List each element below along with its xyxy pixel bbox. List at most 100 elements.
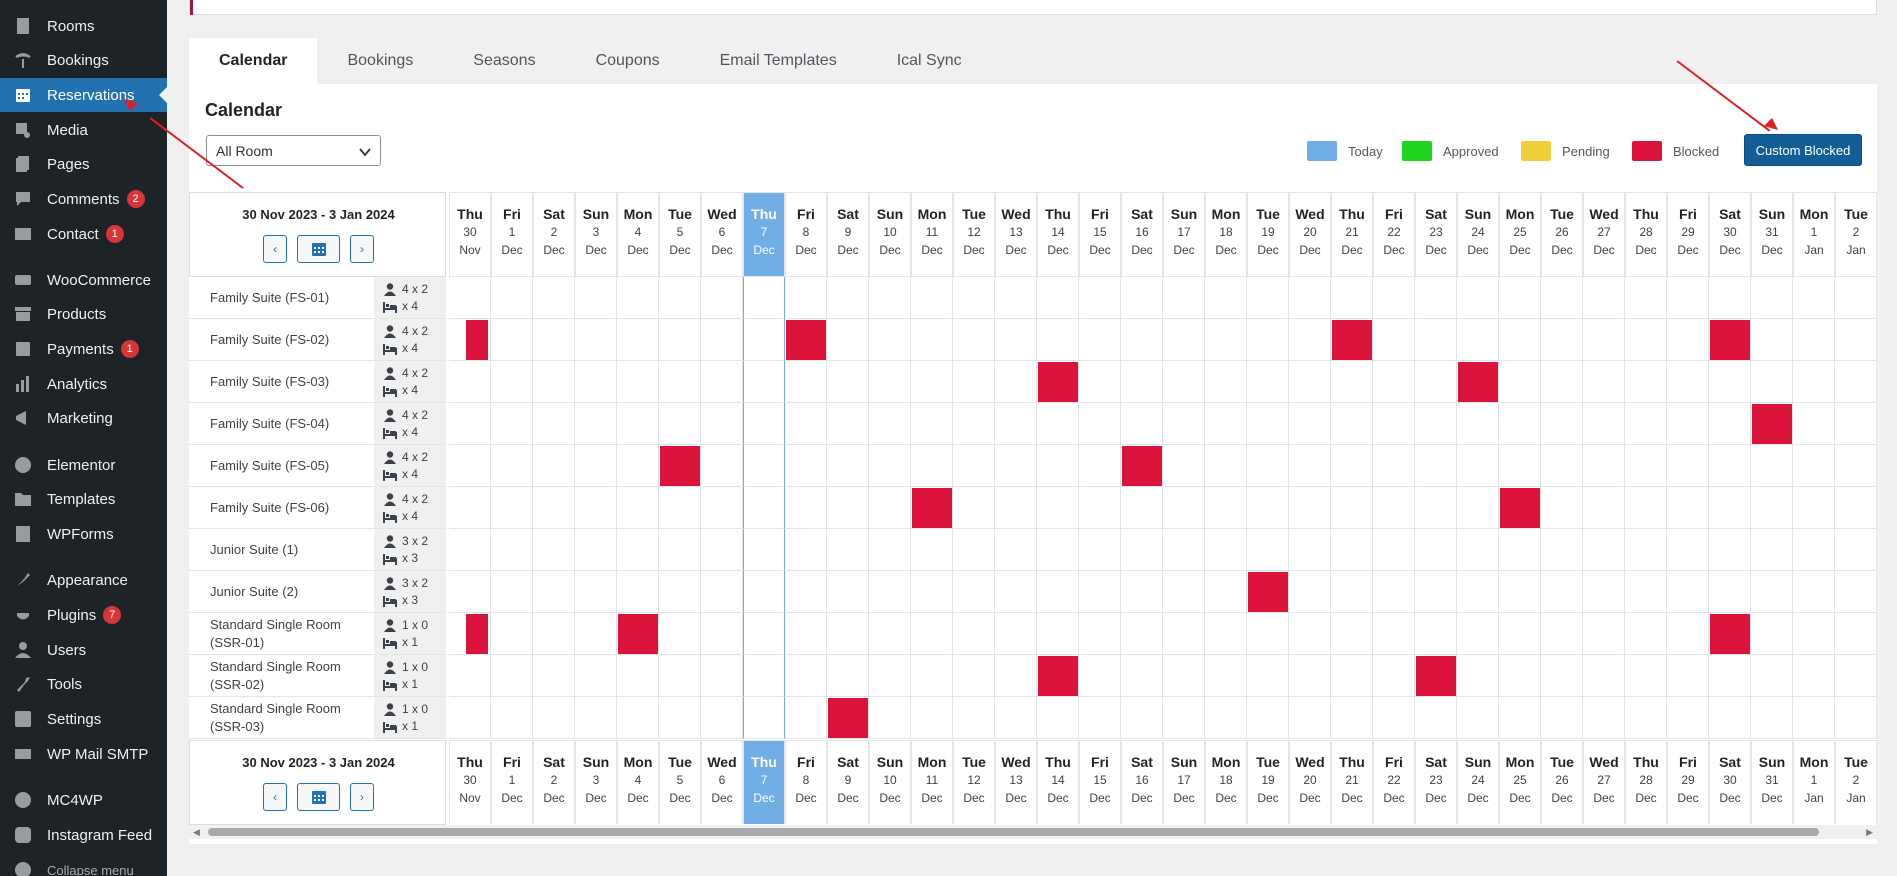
next-button[interactable]: › (350, 235, 374, 263)
blocked-marker[interactable] (618, 614, 658, 654)
day-cell[interactable] (827, 487, 869, 529)
day-cell[interactable] (533, 571, 575, 613)
day-cell[interactable] (1373, 697, 1415, 739)
day-cell[interactable] (1793, 655, 1835, 697)
day-cell[interactable] (701, 403, 743, 445)
day-cell[interactable] (1079, 445, 1121, 487)
day-cell[interactable] (953, 403, 995, 445)
day-cell[interactable] (1499, 445, 1541, 487)
day-cell[interactable] (617, 697, 659, 739)
day-cell[interactable] (701, 487, 743, 529)
day-cell[interactable] (911, 697, 953, 739)
day-cell[interactable] (1415, 655, 1457, 697)
day-cell[interactable] (1331, 697, 1373, 739)
day-cell[interactable] (1541, 529, 1583, 571)
day-cell[interactable] (1457, 571, 1499, 613)
day-cell[interactable] (1037, 613, 1079, 655)
day-cell[interactable] (743, 361, 785, 403)
day-cell[interactable] (1205, 445, 1247, 487)
day-cell[interactable] (1289, 613, 1331, 655)
day-cell[interactable] (1373, 529, 1415, 571)
day-cell[interactable] (1415, 487, 1457, 529)
next-button[interactable]: › (350, 783, 374, 811)
day-cell[interactable] (1499, 613, 1541, 655)
day-cell[interactable] (1121, 655, 1163, 697)
day-cell[interactable] (1289, 487, 1331, 529)
day-cell[interactable] (1289, 277, 1331, 319)
day-cell[interactable] (491, 445, 533, 487)
day-cell[interactable] (659, 529, 701, 571)
day-cell[interactable] (449, 613, 491, 655)
day-cell[interactable] (1709, 361, 1751, 403)
day-cell[interactable] (743, 487, 785, 529)
prev-button[interactable]: ‹ (263, 783, 287, 811)
blocked-marker[interactable] (466, 614, 488, 654)
day-cell[interactable] (1079, 655, 1121, 697)
day-cell[interactable] (701, 529, 743, 571)
day-cell[interactable] (1457, 697, 1499, 739)
sidebar-item-payments[interactable]: Payments 1 (0, 332, 167, 366)
day-cell[interactable] (491, 529, 533, 571)
day-cell[interactable] (1121, 445, 1163, 487)
day-cell[interactable] (659, 697, 701, 739)
day-cell[interactable] (743, 655, 785, 697)
sidebar-item-instagram-feed[interactable]: Instagram Feed (0, 818, 167, 852)
blocked-marker[interactable] (1500, 488, 1540, 528)
day-cell[interactable] (1121, 697, 1163, 739)
sidebar-item-comments[interactable]: Comments 2 (0, 182, 167, 216)
day-cell[interactable] (659, 571, 701, 613)
day-cell[interactable] (953, 487, 995, 529)
day-cell[interactable] (1289, 361, 1331, 403)
day-cell[interactable] (743, 529, 785, 571)
day-cell[interactable] (1625, 697, 1667, 739)
day-cell[interactable] (1541, 487, 1583, 529)
day-cell[interactable] (827, 403, 869, 445)
day-cell[interactable] (1793, 487, 1835, 529)
day-cell[interactable] (1583, 445, 1625, 487)
day-cell[interactable] (1625, 571, 1667, 613)
day-cell[interactable] (1247, 613, 1289, 655)
day-cell[interactable] (1709, 277, 1751, 319)
scroll-left-icon[interactable]: ◀ (193, 827, 200, 838)
sidebar-item-collapse-menu[interactable]: Collapse menu (0, 853, 167, 876)
day-cell[interactable] (1415, 529, 1457, 571)
day-cell[interactable] (1541, 571, 1583, 613)
tab-coupons[interactable]: Coupons (566, 38, 690, 84)
sidebar-item-tools[interactable]: Tools (0, 667, 167, 701)
day-cell[interactable] (1205, 613, 1247, 655)
day-cell[interactable] (1709, 571, 1751, 613)
day-cell[interactable] (827, 361, 869, 403)
day-cell[interactable] (1751, 529, 1793, 571)
day-cell[interactable] (1121, 277, 1163, 319)
day-cell[interactable] (1205, 487, 1247, 529)
day-cell[interactable] (1373, 571, 1415, 613)
day-cell[interactable] (617, 445, 659, 487)
day-cell[interactable] (1331, 403, 1373, 445)
day-cell[interactable] (1037, 319, 1079, 361)
day-cell[interactable] (1289, 697, 1331, 739)
day-cell[interactable] (491, 319, 533, 361)
day-cell[interactable] (1709, 697, 1751, 739)
day-cell[interactable] (743, 445, 785, 487)
day-cell[interactable] (785, 403, 827, 445)
day-cell[interactable] (911, 529, 953, 571)
sidebar-item-settings[interactable]: Settings (0, 702, 167, 736)
blocked-marker[interactable] (1248, 572, 1288, 612)
day-cell[interactable] (1625, 445, 1667, 487)
day-cell[interactable] (1835, 613, 1877, 655)
scroll-right-icon[interactable]: ▶ (1866, 827, 1873, 838)
day-cell[interactable] (491, 361, 533, 403)
day-cell[interactable] (1709, 487, 1751, 529)
day-cell[interactable] (617, 361, 659, 403)
day-cell[interactable] (1163, 655, 1205, 697)
day-cell[interactable] (1835, 319, 1877, 361)
day-cell[interactable] (533, 529, 575, 571)
day-cell[interactable] (1835, 445, 1877, 487)
day-cell[interactable] (995, 403, 1037, 445)
day-cell[interactable] (1331, 319, 1373, 361)
day-cell[interactable] (1625, 613, 1667, 655)
tab-seasons[interactable]: Seasons (443, 38, 565, 84)
day-cell[interactable] (1625, 487, 1667, 529)
day-cell[interactable] (1205, 277, 1247, 319)
day-cell[interactable] (1373, 277, 1415, 319)
